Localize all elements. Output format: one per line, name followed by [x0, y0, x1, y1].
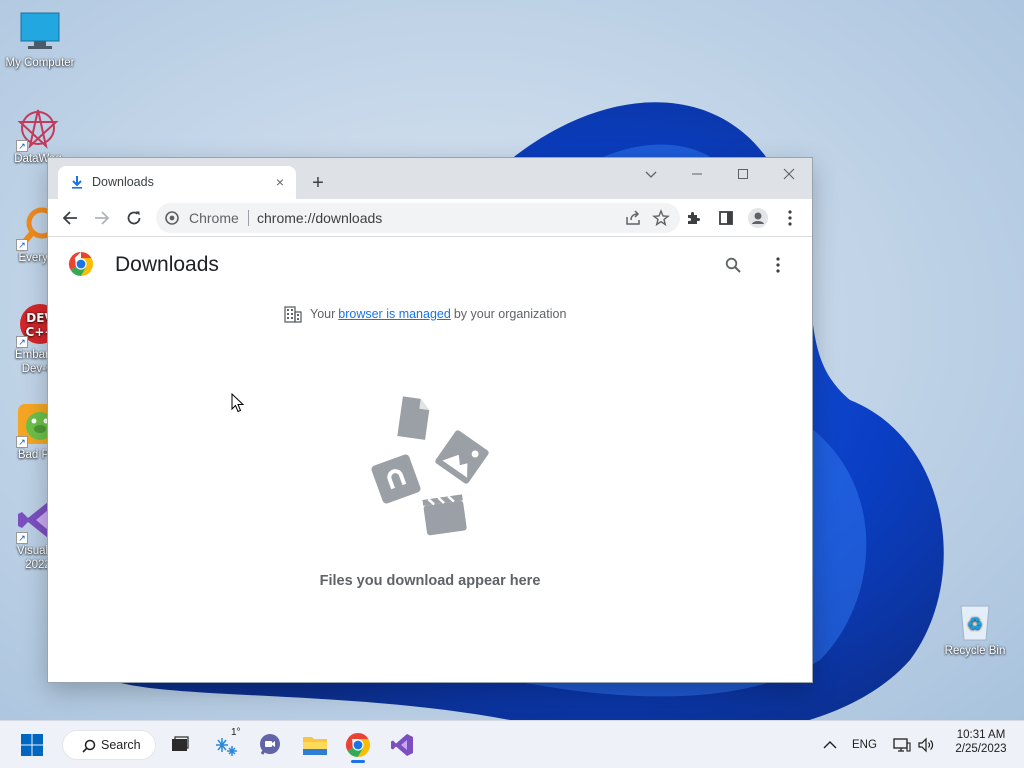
- desktop-icon-datawag[interactable]: ↗ DataWag: [0, 106, 78, 166]
- desktop-icon-recycle-bin[interactable]: ♻ Recycle Bin: [935, 598, 1015, 658]
- task-view-icon: [172, 736, 189, 751]
- reload-button[interactable]: [120, 204, 148, 232]
- taskbar-search[interactable]: Search: [62, 730, 156, 760]
- weather-widget[interactable]: 1°: [211, 727, 243, 761]
- search-downloads-button[interactable]: [720, 252, 746, 278]
- search-label: Search: [101, 738, 141, 752]
- chevron-up-icon: [823, 741, 837, 749]
- file-explorer-button[interactable]: [299, 729, 331, 761]
- minimize-button[interactable]: [674, 162, 720, 190]
- new-tab-button[interactable]: +: [306, 171, 330, 195]
- back-button[interactable]: [56, 204, 84, 232]
- shortcut-arrow-icon: ↗: [16, 436, 28, 448]
- minimize-icon: [692, 173, 702, 175]
- close-icon: [783, 168, 795, 180]
- downloads-page: Downloads Your browser is managed by you…: [48, 237, 812, 682]
- active-app-indicator: [351, 760, 365, 763]
- monitor-icon: [18, 10, 62, 54]
- desktop-icon-my-computer[interactable]: My Computer: [0, 10, 80, 70]
- shortcut-arrow-icon: ↗: [16, 336, 28, 348]
- input-language[interactable]: ENG: [852, 739, 877, 751]
- mouse-cursor-icon: [231, 393, 245, 413]
- search-icon: [725, 257, 741, 273]
- empty-state-message: Files you download appear here: [319, 573, 541, 589]
- chrome-window: Downloads × + Chrome chrome://downloads …: [48, 158, 812, 682]
- address-bar[interactable]: Chrome chrome://downloads: [156, 203, 680, 233]
- datawag-icon: ↗: [16, 106, 60, 152]
- visual-studio-taskbar-button[interactable]: [386, 729, 418, 761]
- title-bar[interactable]: Downloads × +: [48, 158, 812, 199]
- page-header: Downloads: [48, 237, 812, 293]
- site-name: Chrome: [189, 210, 239, 226]
- chrome-taskbar-button[interactable]: [342, 729, 374, 761]
- reload-icon: [127, 211, 141, 225]
- svg-text:♻: ♻: [967, 614, 983, 635]
- tab-title: Downloads: [92, 175, 154, 189]
- url-text[interactable]: chrome://downloads: [257, 210, 382, 226]
- shortcut-arrow-icon: ↗: [16, 532, 28, 544]
- tab-downloads[interactable]: Downloads ×: [58, 166, 296, 199]
- building-icon: [284, 306, 302, 323]
- empty-downloads-illustration: [371, 396, 489, 536]
- clock[interactable]: 10:31 AM 2/25/2023: [944, 729, 1018, 755]
- taskbar: Search 1° ENG 10:31 AM 2/25/2023: [0, 720, 1024, 768]
- windows-logo-icon: [21, 734, 43, 756]
- visual-studio-icon: [391, 734, 413, 756]
- desktop-icon-label: Recycle Bin: [944, 645, 1006, 657]
- chevron-down-icon: [645, 171, 657, 178]
- share-icon[interactable]: [624, 209, 642, 227]
- avatar-icon: [748, 208, 768, 228]
- browser-toolbar: Chrome chrome://downloads: [48, 199, 812, 237]
- show-hidden-icons-button[interactable]: [814, 729, 846, 761]
- browser-managed-link[interactable]: browser is managed: [338, 307, 451, 321]
- weather-temperature: 1°: [231, 727, 241, 738]
- task-view-button[interactable]: [164, 729, 196, 761]
- recycle-bin-icon: ♻: [953, 598, 997, 642]
- omnibox-divider: [248, 210, 249, 226]
- download-icon: [72, 176, 82, 189]
- clock-time: 10:31 AM: [956, 729, 1006, 741]
- tab-search-button[interactable]: [628, 162, 674, 190]
- chrome-menu-button[interactable]: [776, 204, 804, 232]
- start-button[interactable]: [16, 729, 48, 761]
- desktop-icon-label: My Computer: [5, 57, 75, 69]
- profile-button[interactable]: [744, 204, 772, 232]
- maximize-icon: [738, 169, 748, 179]
- extensions-button[interactable]: [680, 204, 708, 232]
- managed-notice: Your browser is managed by your organiza…: [284, 305, 566, 323]
- arrow-right-icon: [95, 211, 110, 225]
- tab-close-icon[interactable]: ×: [272, 174, 288, 190]
- page-title: Downloads: [115, 253, 219, 276]
- chrome-logo-icon: [68, 252, 94, 276]
- more-vert-icon: [788, 210, 792, 226]
- network-icon: [893, 738, 911, 752]
- search-icon: [82, 739, 96, 753]
- close-window-button[interactable]: [766, 162, 812, 190]
- managed-prefix: Your: [310, 307, 336, 321]
- speaker-icon: [918, 737, 934, 753]
- chrome-icon: [345, 733, 371, 757]
- side-panel-button[interactable]: [712, 204, 740, 232]
- managed-suffix: by your organization: [453, 307, 567, 321]
- folder-icon: [303, 737, 327, 755]
- forward-button[interactable]: [88, 204, 116, 232]
- teams-chat-button[interactable]: [254, 729, 286, 761]
- shortcut-arrow-icon: ↗: [16, 239, 28, 251]
- downloads-menu-button[interactable]: [765, 252, 791, 278]
- more-vert-icon: [776, 257, 780, 273]
- side-panel-icon: [719, 211, 733, 225]
- maximize-button[interactable]: [720, 162, 766, 190]
- shortcut-arrow-icon: ↗: [16, 140, 28, 152]
- volume-button[interactable]: [910, 729, 942, 761]
- puzzle-icon: [688, 212, 700, 224]
- chat-icon: [260, 734, 280, 755]
- clock-date: 2/25/2023: [955, 743, 1007, 755]
- chrome-site-icon: [165, 211, 179, 225]
- bookmark-star-icon[interactable]: [652, 209, 670, 227]
- arrow-left-icon: [62, 211, 77, 225]
